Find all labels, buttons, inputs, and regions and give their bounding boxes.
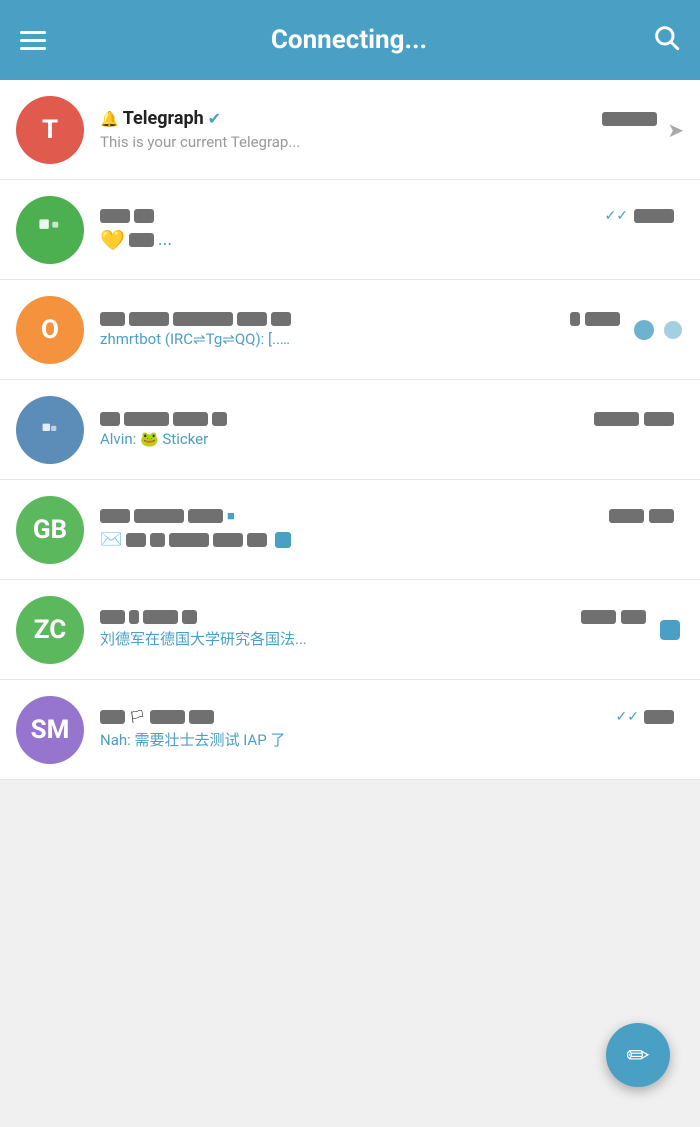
list-item[interactable]: ZC 刘德军在德国大学研究各国法... (0, 580, 700, 680)
chat-header: 🔔 Telegraph ✔ (100, 108, 657, 129)
chat-header (100, 412, 674, 426)
menu-button[interactable] (20, 31, 46, 50)
compose-button[interactable]: ✏ (606, 1023, 670, 1087)
chat-name: Telegraph (123, 108, 204, 129)
name-row (100, 412, 227, 426)
forward-icon: ➤ (667, 118, 684, 142)
avatar: SM (16, 696, 84, 764)
list-item[interactable]: T 🔔 Telegraph ✔ This is your current Tel… (0, 80, 700, 180)
avatar: GB (16, 496, 84, 564)
chat-preview: Alvin: 🐸 Sticker (100, 430, 520, 448)
mute-icon: 🔔 (100, 110, 119, 128)
chat-content: 刘德军在德国大学研究各国法... (100, 610, 646, 649)
list-item[interactable]: SM 🏳 ✓✓ Nah: 需要壮士去测试 IAP 了 (0, 680, 700, 780)
chat-content: Alvin: 🐸 Sticker (100, 412, 674, 448)
chat-content: 🏳 ✓✓ Nah: 需要壮士去测试 IAP 了 (100, 709, 674, 750)
chat-preview: ✉️ (100, 528, 674, 552)
chat-meta (656, 616, 684, 644)
avatar: T (16, 96, 84, 164)
chat-header (100, 610, 646, 624)
avatar-letter: ZC (34, 615, 66, 645)
chat-preview: zhmrtbot (IRC⇌Tg⇌QQ): [..… (100, 330, 520, 348)
avatar: O (16, 296, 84, 364)
app-title: Connecting... (66, 25, 632, 55)
chat-content: ■ ✉️ (100, 508, 674, 552)
avatar (16, 196, 84, 264)
chat-header (100, 312, 620, 326)
avatar: ZC (16, 596, 84, 664)
chat-header: ✓✓ (100, 208, 674, 224)
chat-preview: 刘德军在德国大学研究各国法... (100, 628, 520, 649)
chat-time (602, 111, 657, 126)
chat-preview: This is your current Telegrap... (100, 133, 520, 151)
top-bar: Connecting... (0, 0, 700, 80)
name-row: 🏳 (100, 710, 214, 725)
compose-icon: ✏ (626, 1039, 649, 1072)
chat-header: 🏳 ✓✓ (100, 709, 674, 725)
chat-preview: 💛 ... (100, 228, 674, 252)
chat-preview: Nah: 需要壮士去测试 IAP 了 (100, 729, 520, 750)
chat-meta (630, 316, 684, 344)
search-icon[interactable] (652, 23, 680, 58)
chat-content: 🔔 Telegraph ✔ This is your current Teleg… (100, 108, 657, 151)
chat-header: ■ (100, 508, 674, 524)
avatar-letter: T (42, 115, 58, 145)
list-item[interactable]: ✓✓ 💛 ... (0, 180, 700, 280)
name-row: ■ (100, 508, 235, 524)
chat-list: T 🔔 Telegraph ✔ This is your current Tel… (0, 80, 700, 780)
name-row (100, 209, 154, 223)
chat-content: zhmrtbot (IRC⇌Tg⇌QQ): [..… (100, 312, 620, 348)
avatar (16, 396, 84, 464)
list-item[interactable]: GB ■ ✉️ (0, 480, 700, 580)
avatar-letter: GB (33, 515, 67, 545)
avatar-letter: O (41, 315, 59, 345)
list-item[interactable]: O zhmrtbot (IRC⇌Tg⇌QQ): [..… (0, 280, 700, 380)
name-row: 🔔 Telegraph ✔ (100, 108, 221, 129)
chat-meta: ➤ (667, 118, 684, 142)
avatar-letter: SM (31, 715, 70, 745)
name-row (100, 312, 291, 326)
verified-badge: ✔ (208, 109, 221, 128)
list-item[interactable]: Alvin: 🐸 Sticker (0, 380, 700, 480)
name-row (100, 610, 197, 624)
chat-content: ✓✓ 💛 ... (100, 208, 674, 252)
